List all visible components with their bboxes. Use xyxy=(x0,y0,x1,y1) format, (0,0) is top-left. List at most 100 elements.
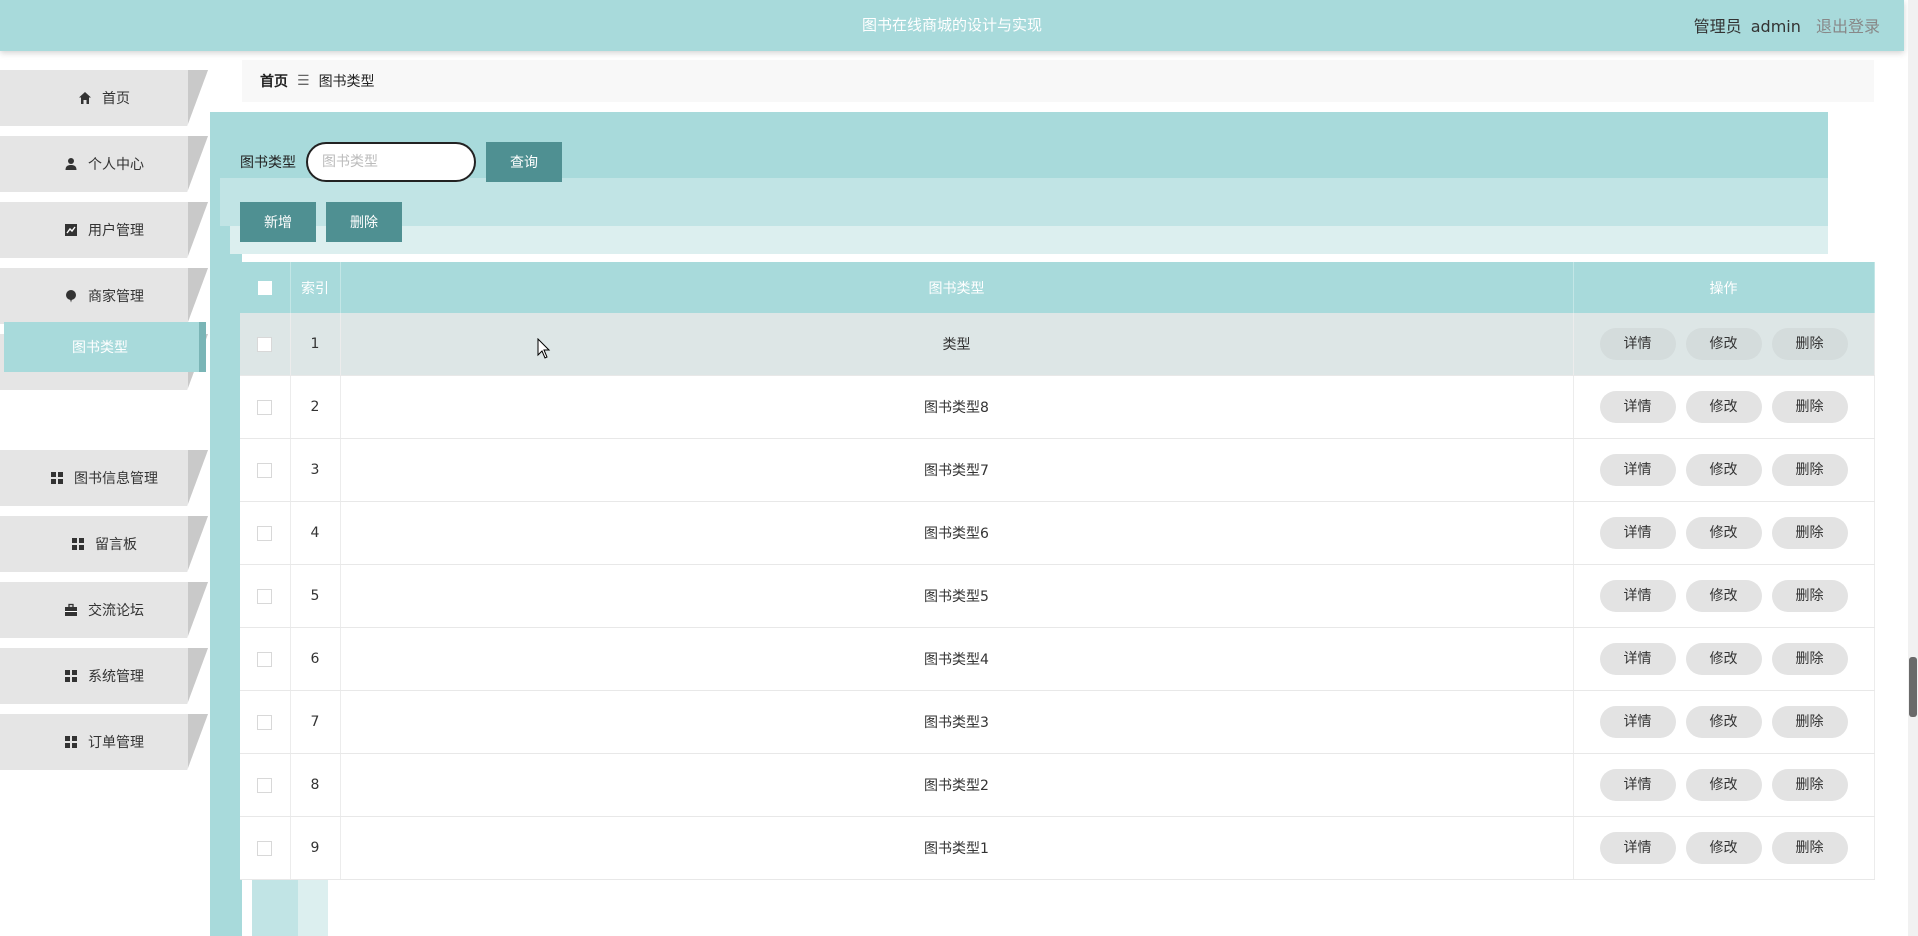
user-role: 管理员 xyxy=(1693,17,1742,36)
sidebar-item[interactable]: 图书信息管理 xyxy=(0,450,208,506)
detail-button[interactable]: 详情 xyxy=(1599,832,1676,864)
sidebar-item[interactable]: 首页 xyxy=(0,70,208,126)
row-actions: 详情 修改 删除 xyxy=(1573,816,1875,880)
delete-button[interactable]: 删除 xyxy=(1771,580,1848,612)
delete-button[interactable]: 删除 xyxy=(1771,517,1848,549)
detail-button[interactable]: 详情 xyxy=(1599,706,1676,738)
row-checkbox-cell xyxy=(240,375,291,439)
column-header-index: 索引 xyxy=(290,262,341,313)
edit-button[interactable]: 修改 xyxy=(1685,391,1762,423)
row-actions: 详情 修改 删除 xyxy=(1573,627,1875,691)
grid-icon xyxy=(71,537,85,551)
sidebar-item-label: 个人中心 xyxy=(88,157,144,173)
row-checkbox[interactable] xyxy=(257,840,273,856)
edit-button[interactable]: 修改 xyxy=(1685,454,1762,486)
sidebar-subitem-active[interactable]: 图书类型 xyxy=(4,322,206,372)
detail-button[interactable]: 详情 xyxy=(1599,769,1676,801)
sidebar-item-edge xyxy=(188,582,208,638)
row-index: 2 xyxy=(290,375,341,439)
breadcrumb-home[interactable]: 首页 xyxy=(260,71,288,91)
table-row[interactable]: 3 图书类型7 详情 修改 删除 xyxy=(240,438,1875,502)
sidebar-item[interactable]: 留言板 xyxy=(0,516,208,572)
edit-button[interactable]: 修改 xyxy=(1685,580,1762,612)
edit-button[interactable]: 修改 xyxy=(1685,769,1762,801)
app-title: 图书在线商城的设计与实现 xyxy=(861,16,1042,34)
row-checkbox[interactable] xyxy=(257,651,273,667)
row-actions: 详情 修改 删除 xyxy=(1573,313,1875,376)
sidebar-item[interactable]: 个人中心 xyxy=(0,136,208,192)
home-icon xyxy=(78,91,92,105)
table-row[interactable]: 7 图书类型3 详情 修改 删除 xyxy=(240,690,1875,754)
row-index: 5 xyxy=(290,564,341,628)
action-panel-lower xyxy=(230,226,1828,254)
delete-button[interactable]: 删除 xyxy=(1771,643,1848,675)
logout-link[interactable]: 退出登录 xyxy=(1816,17,1880,36)
row-actions: 详情 修改 删除 xyxy=(1573,375,1875,439)
table-row[interactable]: 1 类型 详情 修改 删除 xyxy=(240,313,1875,376)
row-checkbox-cell xyxy=(240,313,291,376)
query-button[interactable]: 查询 xyxy=(486,142,562,182)
delete-button[interactable]: 删除 xyxy=(1771,706,1848,738)
row-checkbox[interactable] xyxy=(257,462,273,478)
action-panel xyxy=(220,178,1828,226)
sidebar-subitem-label: 图书类型 xyxy=(72,340,128,356)
table-header-row: 索引 图书类型 操作 xyxy=(240,262,1875,313)
sidebar-item-edge xyxy=(188,714,208,770)
row-checkbox-cell xyxy=(240,690,291,754)
edit-button[interactable]: 修改 xyxy=(1685,706,1762,738)
detail-button[interactable]: 详情 xyxy=(1599,517,1676,549)
row-checkbox[interactable] xyxy=(257,525,273,541)
row-checkbox[interactable] xyxy=(257,777,273,793)
sidebar-item-label: 留言板 xyxy=(95,537,137,553)
sidebar-item-label: 图书信息管理 xyxy=(74,471,158,487)
table-row[interactable]: 6 图书类型4 详情 修改 删除 xyxy=(240,627,1875,691)
detail-button[interactable]: 详情 xyxy=(1599,454,1676,486)
detail-button[interactable]: 详情 xyxy=(1599,580,1676,612)
sidebar-item-edge xyxy=(188,136,208,192)
search-input[interactable] xyxy=(306,142,476,182)
row-type: 类型 xyxy=(340,313,1574,376)
delete-button[interactable]: 删除 xyxy=(1771,769,1848,801)
delete-button[interactable]: 删除 xyxy=(1771,328,1848,360)
row-checkbox-cell xyxy=(240,564,291,628)
breadcrumb-current: 图书类型 xyxy=(318,74,375,90)
select-all-checkbox[interactable] xyxy=(257,280,272,295)
sidebar-item[interactable]: 商家管理 xyxy=(0,268,208,324)
row-checkbox[interactable] xyxy=(257,336,273,352)
table-row[interactable]: 4 图书类型6 详情 修改 删除 xyxy=(240,501,1875,565)
row-checkbox[interactable] xyxy=(257,714,273,730)
edit-button[interactable]: 修改 xyxy=(1685,328,1762,360)
edit-button[interactable]: 修改 xyxy=(1685,643,1762,675)
row-checkbox[interactable] xyxy=(257,399,273,415)
sidebar-item-label: 用户管理 xyxy=(88,223,144,239)
vertical-scrollbar[interactable] xyxy=(1908,0,1918,936)
detail-button[interactable]: 详情 xyxy=(1599,391,1676,423)
sidebar-item-label: 交流论坛 xyxy=(88,603,144,619)
table-row[interactable]: 2 图书类型8 详情 修改 删除 xyxy=(240,375,1875,439)
table-row[interactable]: 8 图书类型2 详情 修改 删除 xyxy=(240,753,1875,817)
edit-button[interactable]: 修改 xyxy=(1685,517,1762,549)
row-checkbox-cell xyxy=(240,753,291,817)
delete-button[interactable]: 删除 xyxy=(1771,454,1848,486)
user-name: admin xyxy=(1750,17,1801,36)
delete-button[interactable]: 删除 xyxy=(1771,832,1848,864)
table-row[interactable]: 9 图书类型1 详情 修改 删除 xyxy=(240,816,1875,880)
sidebar-item[interactable]: 交流论坛 xyxy=(0,582,208,638)
detail-button[interactable]: 详情 xyxy=(1599,328,1676,360)
sidebar-item[interactable]: 用户管理 xyxy=(0,202,208,258)
edit-button[interactable]: 修改 xyxy=(1685,832,1762,864)
add-button[interactable]: 新增 xyxy=(240,202,316,242)
row-checkbox[interactable] xyxy=(257,588,273,604)
row-index: 3 xyxy=(290,438,341,502)
row-type: 图书类型7 xyxy=(340,438,1574,502)
batch-delete-button[interactable]: 删除 xyxy=(326,202,402,242)
sidebar-item[interactable]: 系统管理 xyxy=(0,648,208,704)
sidebar-item[interactable]: 订单管理 xyxy=(0,714,208,770)
detail-button[interactable]: 详情 xyxy=(1599,643,1676,675)
row-type: 图书类型5 xyxy=(340,564,1574,628)
scrollbar-thumb[interactable] xyxy=(1909,657,1917,717)
sidebar-item-edge xyxy=(188,70,208,126)
delete-button[interactable]: 删除 xyxy=(1771,391,1848,423)
select-all-cell xyxy=(240,262,291,313)
table-row[interactable]: 5 图书类型5 详情 修改 删除 xyxy=(240,564,1875,628)
